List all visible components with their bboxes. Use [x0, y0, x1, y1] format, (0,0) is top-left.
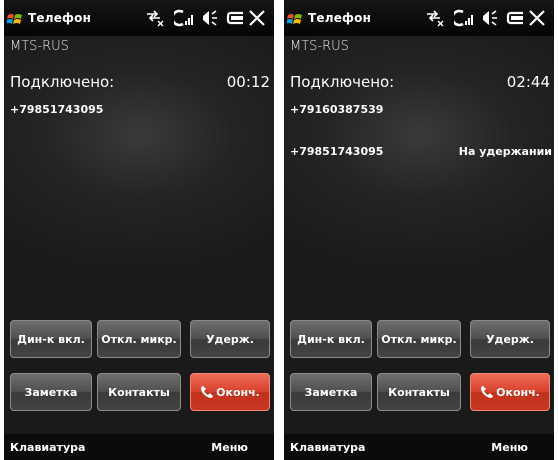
held-call-number: +79851743095	[290, 145, 384, 158]
volume-icon	[480, 9, 500, 32]
call-timer: 02:44	[506, 73, 550, 91]
speaker-button[interactable]: Дин-к вкл.	[10, 320, 92, 358]
call-status: Подключено:	[290, 73, 395, 91]
status-icons[interactable]	[424, 9, 554, 29]
softkey-bar: Клавиатура Меню	[4, 434, 274, 460]
hold-status: На удержании	[458, 145, 552, 158]
carrier-name: MTS-RUS	[10, 39, 69, 54]
phone-screen-left: Телефон MTS-RUS Подключено: 00:12 +79851…	[4, 0, 274, 460]
contacts-button[interactable]: Контакты	[97, 373, 181, 411]
contacts-button[interactable]: Контакты	[377, 373, 461, 411]
connectivity-icon	[144, 9, 166, 32]
battery-icon	[506, 9, 526, 32]
call-status: Подключено:	[10, 73, 115, 91]
windows-flag-icon[interactable]	[286, 13, 303, 32]
app-title: Телефон	[28, 11, 92, 25]
end-call-button[interactable]: Оконч.	[190, 373, 270, 411]
close-icon[interactable]	[528, 9, 546, 32]
app-title: Телефон	[308, 11, 372, 25]
hold-button[interactable]: Удерж.	[190, 320, 270, 358]
signal-icon	[451, 9, 476, 32]
end-call-label: Оконч.	[216, 385, 260, 399]
status-bar: Телефон	[4, 0, 274, 36]
note-button[interactable]: Заметка	[10, 373, 92, 411]
call-timer: 00:12	[226, 73, 270, 91]
active-call-number: +79851743095	[10, 103, 104, 116]
battery-icon	[226, 9, 246, 32]
connectivity-icon	[424, 9, 446, 32]
volume-icon	[200, 9, 220, 32]
windows-flag-icon[interactable]	[6, 13, 23, 32]
hold-button[interactable]: Удерж.	[470, 320, 550, 358]
status-bar: Телефон	[284, 0, 554, 36]
softkey-menu[interactable]: Меню	[491, 441, 528, 454]
softkey-menu[interactable]: Меню	[211, 441, 248, 454]
carrier-name: MTS-RUS	[290, 39, 349, 54]
note-button[interactable]: Заметка	[290, 373, 372, 411]
active-call-number: +79160387539	[290, 103, 384, 116]
signal-icon	[171, 9, 196, 32]
phone-end-icon	[200, 385, 214, 399]
close-icon[interactable]	[248, 9, 266, 32]
mute-button[interactable]: Откл. микр.	[97, 320, 181, 358]
speaker-button[interactable]: Дин-к вкл.	[290, 320, 372, 358]
softkey-keyboard[interactable]: Клавиатура	[290, 441, 365, 454]
softkey-keyboard[interactable]: Клавиатура	[10, 441, 85, 454]
phone-screen-right: Телефон MTS-RUS Подключено: 02:44 +79160…	[284, 0, 554, 460]
end-call-button[interactable]: Оконч.	[470, 373, 550, 411]
phone-end-icon	[480, 385, 494, 399]
mute-button[interactable]: Откл. микр.	[377, 320, 461, 358]
status-icons[interactable]	[144, 9, 274, 29]
end-call-label: Оконч.	[496, 385, 540, 399]
softkey-bar: Клавиатура Меню	[284, 434, 554, 460]
